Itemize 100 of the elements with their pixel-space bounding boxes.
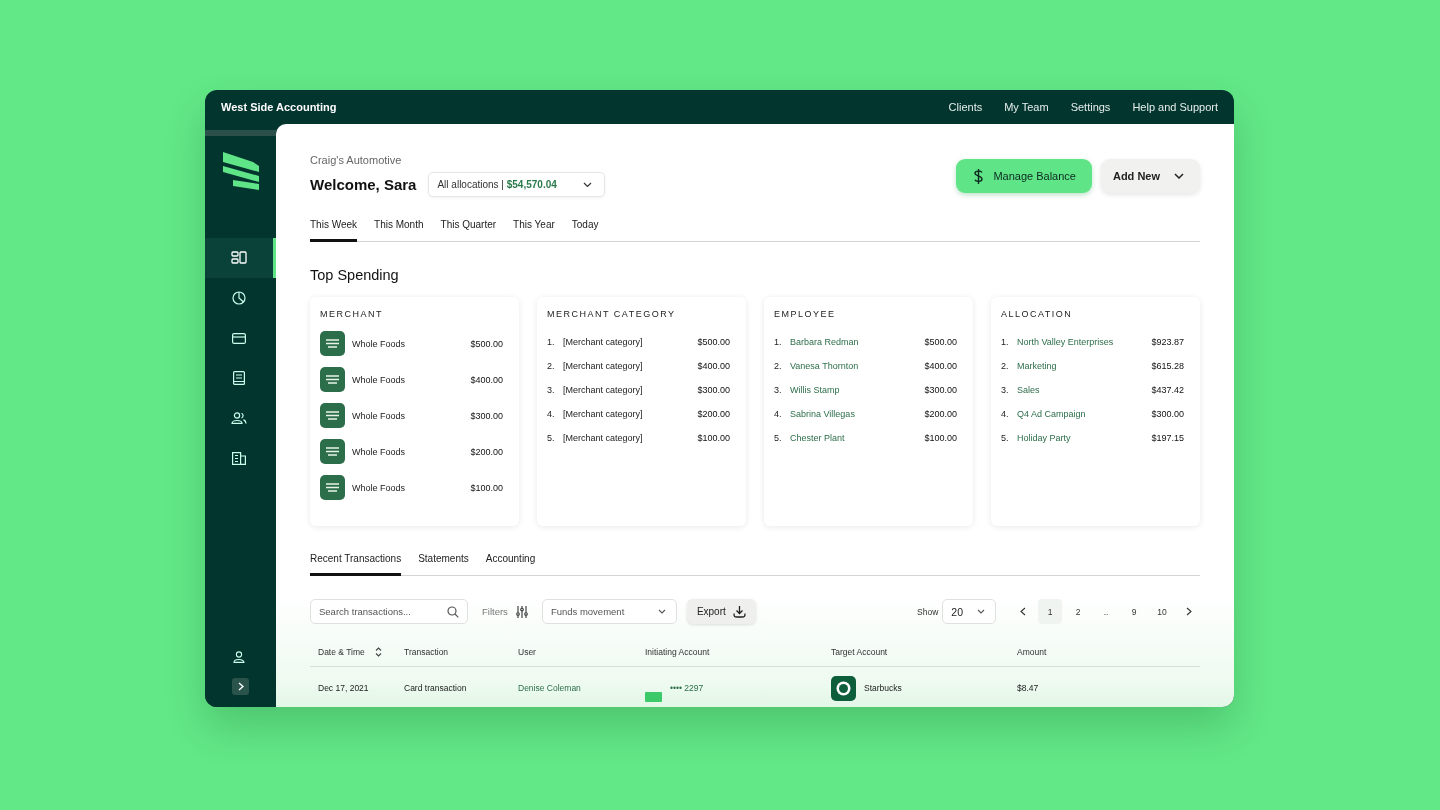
merchant-name: Whole Foods <box>352 482 407 493</box>
table-cell: Starbucks <box>864 683 902 693</box>
rank-number: 3. <box>1001 385 1010 395</box>
people-icon <box>231 412 247 424</box>
amount: $300.00 <box>1151 409 1184 419</box>
name-link[interactable]: Sales <box>1017 385 1145 395</box>
expand-button[interactable] <box>232 678 249 695</box>
merchant-name: Whole Foods <box>352 338 407 349</box>
allocation-select[interactable]: All allocations | $54,570.04 <box>428 172 605 197</box>
manage-balance-button[interactable]: Manage Balance <box>956 159 1092 193</box>
chevron-down-icon <box>582 181 592 188</box>
chevron-down-icon <box>977 609 985 614</box>
name-link[interactable]: North Valley Enterprises <box>1017 337 1145 347</box>
column-header[interactable]: Initiating Account <box>645 647 710 657</box>
amount: $200.00 <box>697 409 730 419</box>
column-header[interactable]: Amount <box>1017 647 1047 657</box>
chevron-right-icon <box>1186 607 1192 616</box>
name-link[interactable]: Chester Plant <box>790 433 918 443</box>
page-size-select[interactable]: 20 <box>942 599 996 624</box>
logo-icon <box>320 475 345 500</box>
page-button[interactable]: .. <box>1094 599 1118 624</box>
rank-number: 4. <box>1001 409 1010 419</box>
greeting: Welcome, Sara <box>310 176 417 193</box>
amount: $300.00 <box>470 410 503 421</box>
logo-icon <box>320 403 345 428</box>
amount: $400.00 <box>697 361 730 371</box>
column-header[interactable]: Transaction <box>404 647 449 657</box>
name-link[interactable]: Willis Stamp <box>790 385 918 395</box>
column-header[interactable]: User <box>518 647 536 657</box>
merchant-name: Whole Foods <box>352 410 407 421</box>
sort-icon <box>374 647 382 657</box>
page-button[interactable]: 1 <box>1038 599 1062 624</box>
card-icon <box>645 692 662 702</box>
amount: $400.00 <box>924 361 957 371</box>
nav-link[interactable]: Clients <box>948 101 983 113</box>
rank-number: 4. <box>547 409 556 419</box>
add-new-button[interactable]: Add New <box>1100 159 1200 193</box>
period-tab[interactable]: This Week <box>310 215 358 242</box>
amount: $100.00 <box>924 433 957 443</box>
card-icon <box>232 332 246 344</box>
transaction-tab[interactable]: Recent Transactions <box>310 549 402 576</box>
period-tab[interactable]: This Month <box>374 215 424 242</box>
download-icon <box>732 605 746 618</box>
page-button[interactable]: 2 <box>1066 599 1090 624</box>
book-icon <box>233 371 245 385</box>
search-field[interactable]: Search transactions... <box>310 599 468 624</box>
building-icon <box>232 451 246 465</box>
card-title: ALLOCATION <box>1001 309 1074 319</box>
nav-link[interactable]: Settings <box>1070 101 1111 113</box>
rank-number: 2. <box>547 361 556 371</box>
period-tab[interactable]: Today <box>571 215 599 242</box>
period-tab[interactable]: This Quarter <box>440 215 497 242</box>
column-header[interactable]: Target Account <box>831 647 888 657</box>
name-link[interactable]: Holiday Party <box>1017 433 1145 443</box>
amount: $500.00 <box>470 338 503 349</box>
amount: $437.42 <box>1151 385 1184 395</box>
page-button[interactable]: 10 <box>1150 599 1174 624</box>
dashboard-icon <box>231 251 247 265</box>
filters-button[interactable]: Filters <box>478 605 532 618</box>
period-tab[interactable]: This Year <box>513 215 555 242</box>
pie-chart-icon <box>232 291 246 305</box>
amount: $300.00 <box>697 385 730 395</box>
rank-number: 1. <box>1001 337 1010 347</box>
dollar-icon <box>974 168 984 184</box>
amount: $300.00 <box>924 385 957 395</box>
name-link[interactable]: Sabrina Villegas <box>790 409 918 419</box>
name-link[interactable]: Marketing <box>1017 361 1145 371</box>
category-name: [Merchant category] <box>563 409 644 419</box>
user-icon <box>233 651 245 663</box>
nav-link[interactable]: Help and Support <box>1132 101 1218 113</box>
merchant-name: Whole Foods <box>352 374 407 385</box>
rank-number: 3. <box>547 385 556 395</box>
rank-number: 5. <box>774 433 783 443</box>
logo-icon <box>831 675 856 701</box>
transaction-tab[interactable]: Statements <box>418 549 469 576</box>
rank-number: 2. <box>774 361 783 371</box>
column-header[interactable]: Date & Time <box>318 647 382 657</box>
category-name: [Merchant category] <box>563 337 644 347</box>
amount: $100.00 <box>697 433 730 443</box>
table-cell: Card transaction <box>404 683 467 693</box>
name-link[interactable]: Q4 Ad Campaign <box>1017 409 1145 419</box>
category-name: [Merchant category] <box>563 361 644 371</box>
app-title: West Side Accounting <box>221 101 337 113</box>
transaction-tab[interactable]: Accounting <box>485 549 536 576</box>
amount: $923.87 <box>1151 337 1184 347</box>
show-label: Show <box>917 606 939 617</box>
nav-link[interactable]: My Team <box>1004 101 1049 113</box>
sidebar-item[interactable] <box>205 238 276 278</box>
funds-movement-select[interactable]: Funds movement <box>541 599 677 624</box>
table-cell: Denise Coleman <box>518 683 581 693</box>
section-title: Top Spending <box>310 267 400 283</box>
rank-number: 1. <box>774 337 783 347</box>
export-button[interactable]: Export <box>686 599 756 624</box>
name-link[interactable]: Barbara Redman <box>790 337 918 347</box>
rank-number: 1. <box>547 337 556 347</box>
page-button[interactable]: 9 <box>1122 599 1146 624</box>
merchant-name: Whole Foods <box>352 446 407 457</box>
amount: $200.00 <box>470 446 503 457</box>
name-link[interactable]: Vanesa Thornton <box>790 361 918 371</box>
rank-number: 4. <box>774 409 783 419</box>
